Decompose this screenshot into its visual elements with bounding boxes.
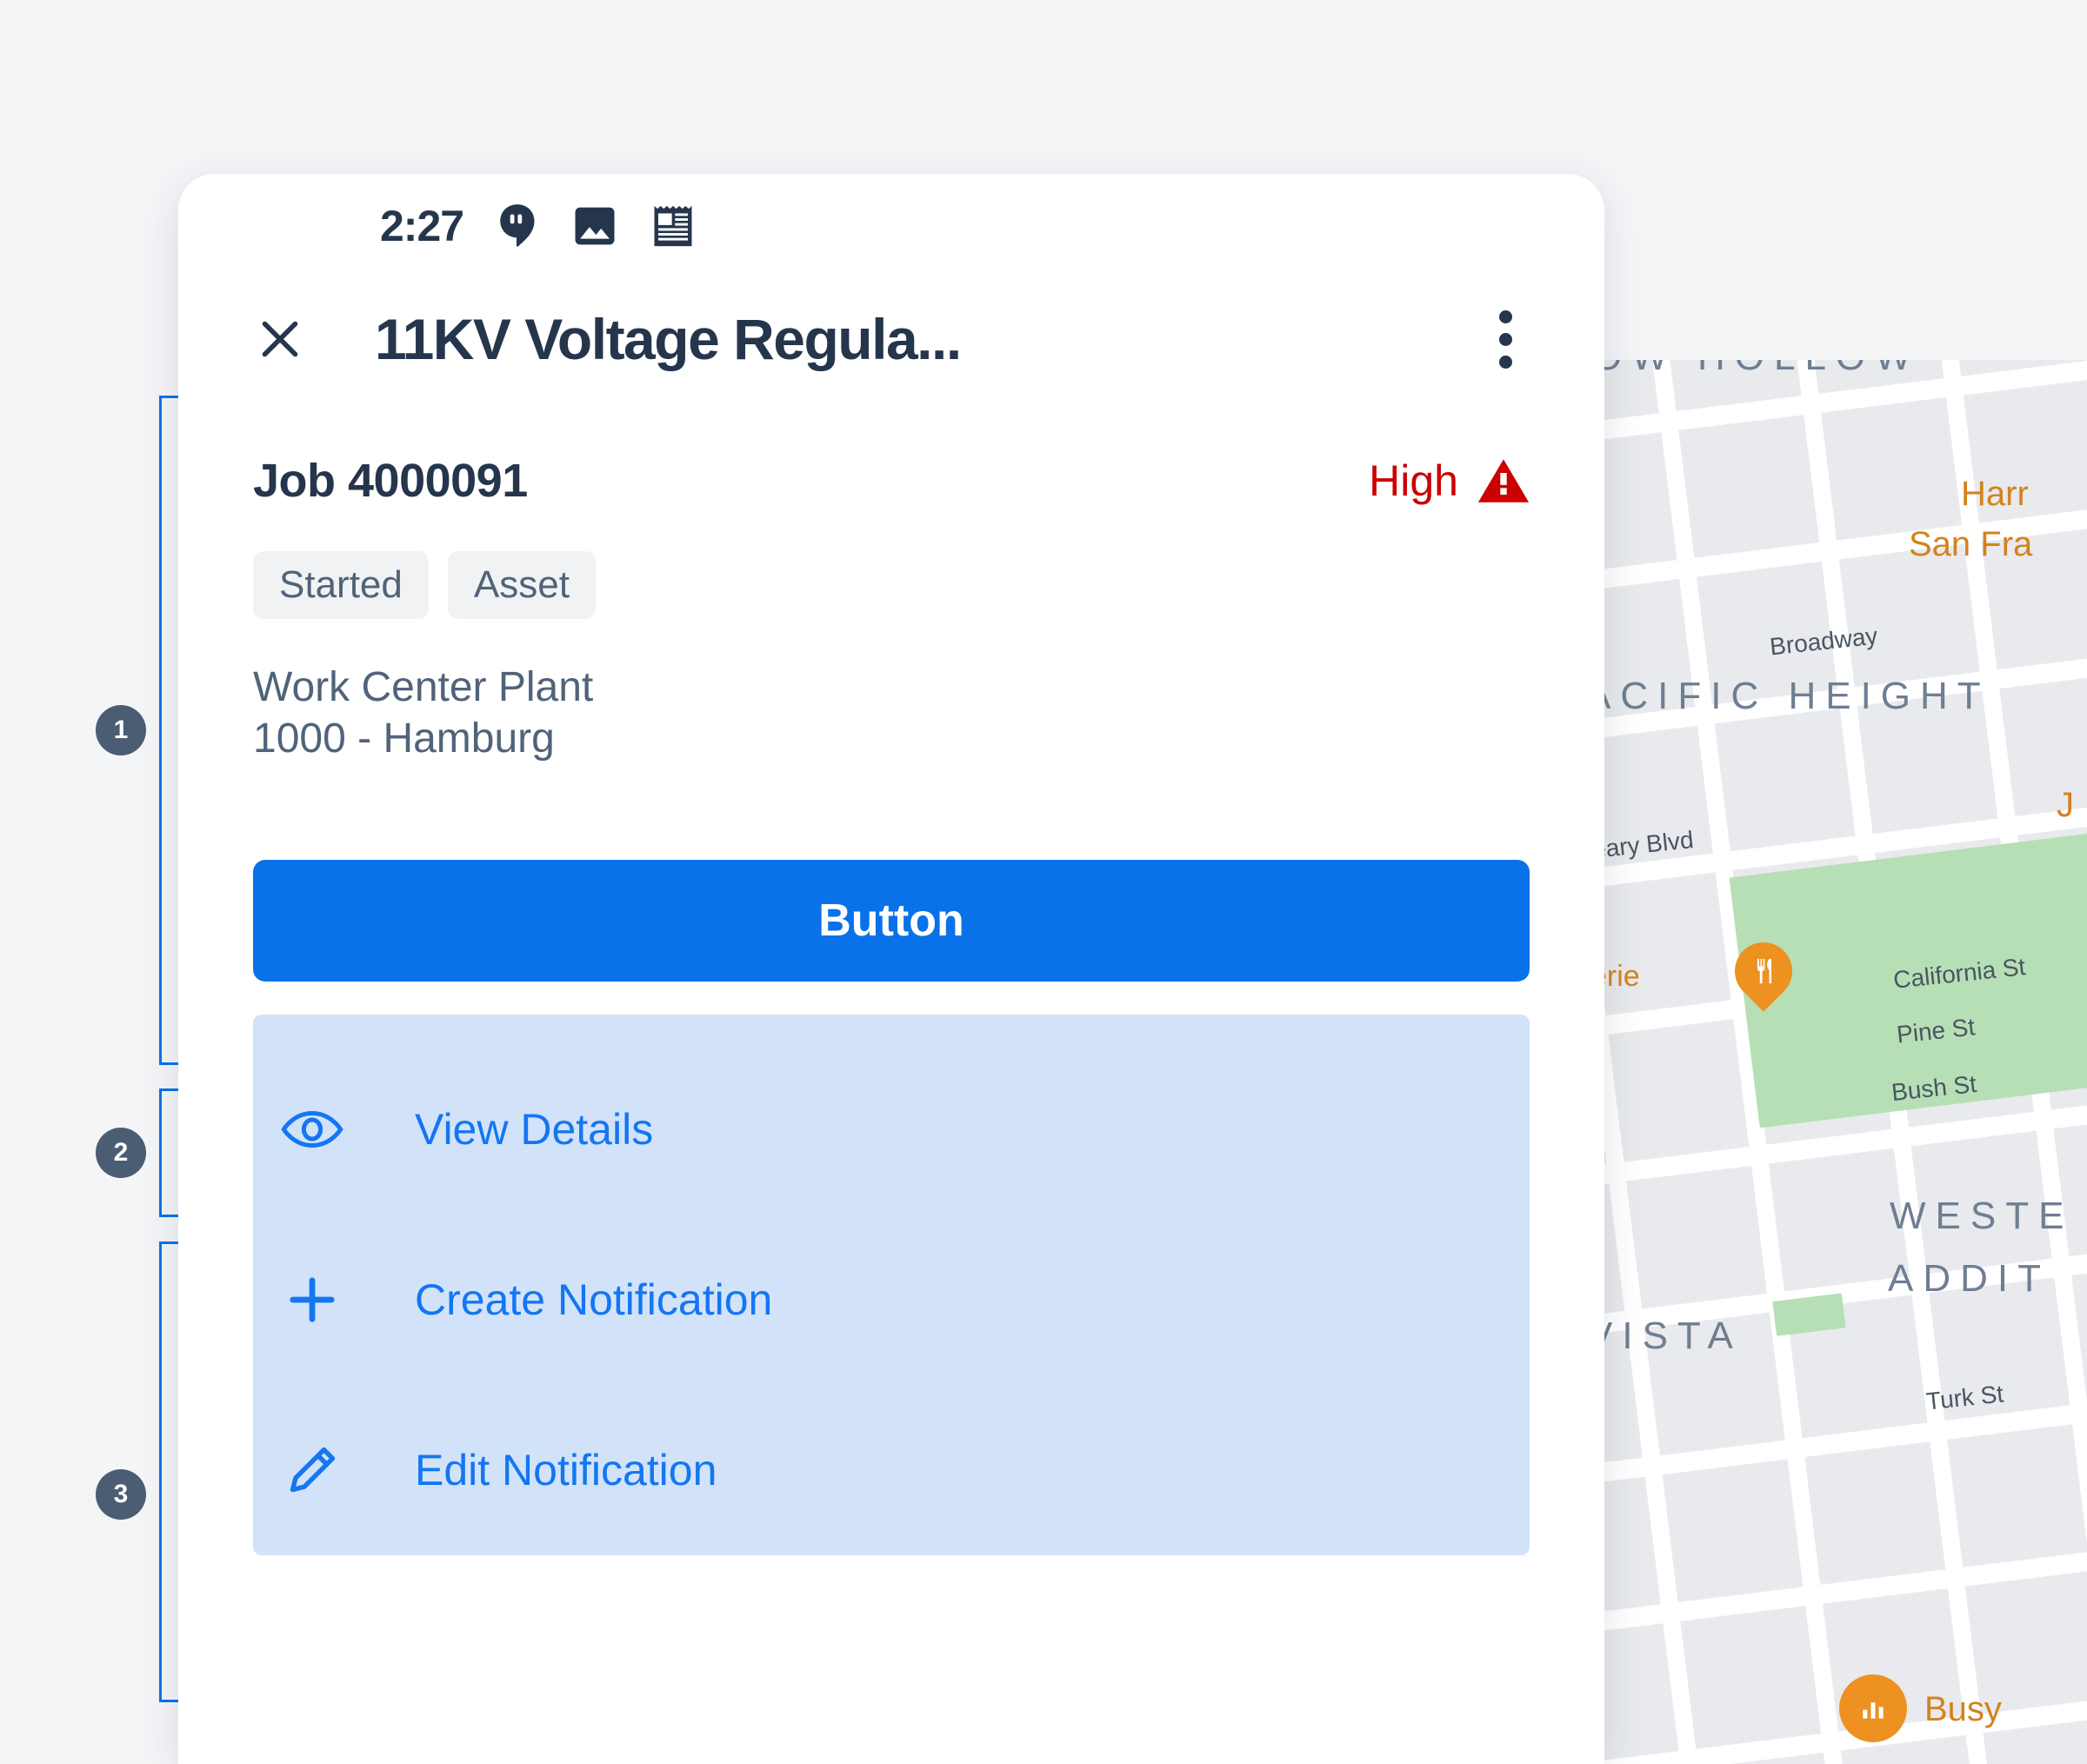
job-detail-card: 11KV Voltage Regula... Job 4000091 High …: [178, 278, 1604, 831]
card-header-row: 11KV Voltage Regula...: [253, 278, 1530, 400]
annotation-badge-2: 2: [96, 1128, 146, 1178]
action-label: Create Notification: [415, 1275, 773, 1325]
map-label-poi: J: [2057, 786, 2074, 824]
map-label-poi: erie: [1603, 960, 1640, 993]
page-title: 11KV Voltage Regula...: [375, 307, 962, 371]
restaurant-poi-pin[interactable]: [1723, 930, 1804, 1012]
photo-image-icon: [571, 203, 618, 250]
map-label-neighborhood: ACIFIC HEIGHT: [1603, 675, 1990, 717]
map-label-street: Bush St: [1890, 1069, 1978, 1107]
map-label-street: Turk St: [1924, 1380, 2005, 1415]
map-labels: OW HOLLOW Harr San Fra Broadway ACIFIC H…: [1603, 360, 2087, 1764]
overflow-menu-button[interactable]: [1481, 308, 1530, 370]
annotation-badge-3: 3: [96, 1469, 146, 1520]
map-background[interactable]: OW HOLLOW Harr San Fra Broadway ACIFIC H…: [1603, 360, 2087, 1764]
annotation-badge-1: 1: [96, 705, 146, 756]
work-center-line-1: Work Center Plant: [253, 664, 594, 710]
close-icon: [262, 321, 298, 357]
map-label-neighborhood: VISTA: [1603, 1315, 1743, 1357]
receipt-news-icon: [650, 202, 697, 250]
map-label-poi: Harr: [1961, 475, 2029, 513]
status-bar: 2:27: [178, 174, 1604, 278]
phone-screen: 2:27 11KV Voltage Regula... Job 4000091 …: [178, 174, 1604, 1764]
map-label-poi: San Fra: [1909, 525, 2033, 563]
busy-poi-pin[interactable]: [1839, 1674, 1907, 1742]
section-divider: [178, 830, 1604, 861]
kebab-dot: [1498, 310, 1512, 323]
work-center-info: Work Center Plant 1000 - Hamburg: [253, 662, 1530, 830]
status-bar-time: 2:27: [380, 202, 464, 250]
bar-chart-icon: [1863, 1702, 1884, 1719]
status-chips: Started Asset: [253, 551, 1530, 619]
action-label: View Details: [415, 1105, 654, 1155]
kebab-dot: [1498, 332, 1512, 346]
map-label-street: California St: [1891, 953, 2027, 994]
eye-icon: [270, 1107, 354, 1152]
warning-triangle-icon: [1477, 459, 1530, 503]
action-view-details[interactable]: View Details: [253, 1044, 1530, 1215]
close-button[interactable]: [253, 312, 307, 366]
map-label-poi: Busy: [1924, 1690, 2002, 1728]
quick-actions-panel: View Details Create Notification Edit No…: [253, 1015, 1530, 1556]
job-id-label: Job 4000091: [253, 455, 528, 507]
priority-indicator: High: [1369, 456, 1530, 506]
status-badge[interactable]: Started: [253, 551, 429, 619]
map-label-street: Broadway: [1768, 622, 1879, 661]
primary-action-zone: Button: [178, 860, 1604, 982]
hangouts-chat-icon: [495, 203, 540, 250]
primary-button[interactable]: Button: [253, 860, 1530, 982]
work-center-line-2: 1000 - Hamburg: [253, 715, 555, 762]
action-edit-notification[interactable]: Edit Notification: [253, 1385, 1530, 1555]
map-label-street: Pine St: [1895, 1013, 1977, 1048]
action-label: Edit Notification: [415, 1446, 717, 1495]
job-summary-row: Job 4000091 High: [253, 454, 1530, 508]
restaurant-icon: [1757, 958, 1772, 984]
plus-icon: [270, 1273, 354, 1327]
map-label-neighborhood: ADDIT: [1888, 1257, 2050, 1300]
kebab-dot: [1498, 355, 1512, 369]
map-label-street: eary Blvd: [1603, 825, 1695, 864]
pencil-edit-icon: [270, 1443, 354, 1497]
status-badge[interactable]: Asset: [447, 551, 596, 619]
map-label-neighborhood: OW HOLLOW: [1603, 360, 1921, 379]
action-create-notification[interactable]: Create Notification: [253, 1215, 1530, 1385]
priority-label: High: [1369, 456, 1458, 505]
map-label-neighborhood: WESTE: [1890, 1195, 2074, 1237]
